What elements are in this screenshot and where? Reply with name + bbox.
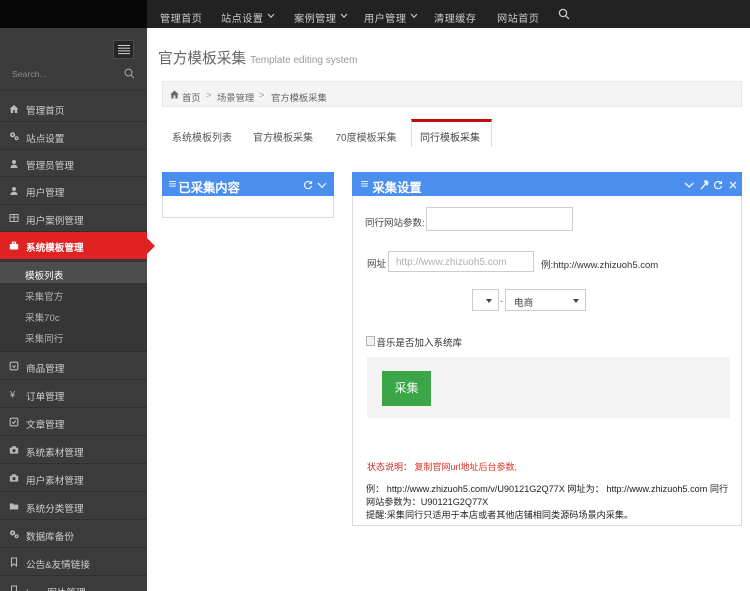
svg-text:¥: ¥ <box>9 390 16 400</box>
